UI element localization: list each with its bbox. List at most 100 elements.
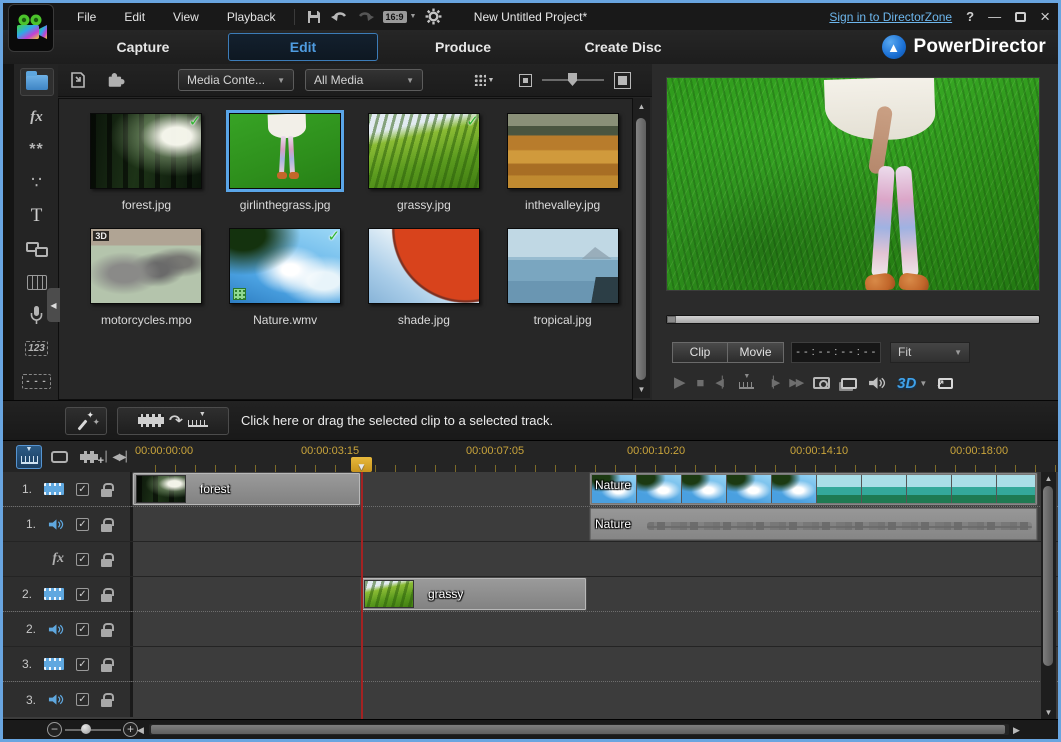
preview-seek-bar[interactable] (666, 315, 1040, 324)
undo-icon[interactable] (327, 7, 353, 27)
track-enable-checkbox[interactable]: ✓ (76, 518, 89, 531)
tab-create-disc[interactable]: Create Disc (548, 34, 698, 60)
clip-grassy[interactable]: grassy (361, 578, 586, 610)
timeline-horizontal-scrollbar[interactable] (149, 724, 1009, 735)
stop-button[interactable]: ■ (697, 375, 705, 391)
sidebar-item-transition-room[interactable] (20, 237, 54, 261)
scrollbar-thumb[interactable] (636, 118, 646, 380)
import-media-button[interactable] (64, 68, 94, 92)
timeline-view-button[interactable] (16, 445, 42, 469)
thumbnail-motorcycles[interactable]: 3D (90, 228, 202, 304)
track-lock-icon[interactable] (101, 629, 112, 637)
clip-forest[interactable]: forest (133, 473, 360, 505)
track-lock-icon[interactable] (101, 489, 112, 497)
track-manager-button[interactable] (76, 445, 102, 469)
range-select-button[interactable]: ▏◀▶▏ (106, 445, 132, 469)
thumbnail-shade[interactable] (368, 228, 480, 304)
magic-fix-button[interactable] (65, 407, 107, 435)
redo-icon[interactable] (353, 7, 379, 27)
snapshot-camera-button[interactable] (813, 377, 830, 389)
timeline-zoom-in-button[interactable]: + (123, 722, 138, 737)
menu-edit[interactable]: Edit (112, 6, 157, 28)
save-icon[interactable] (301, 7, 327, 27)
media-item-motorcycles[interactable]: 3D motorcycles.mpo (77, 228, 216, 327)
track-lock-icon[interactable] (101, 559, 112, 567)
close-button[interactable]: × (1040, 11, 1050, 23)
audio-track-1-body[interactable]: Nature (133, 507, 1041, 541)
audio-track-3-body[interactable] (133, 682, 1041, 717)
thumbnail-nature[interactable]: ✓ (229, 228, 341, 304)
sidebar-item-title-room[interactable]: T (20, 204, 54, 228)
slider-thumb[interactable] (568, 73, 577, 86)
audio-track-2-body[interactable] (133, 612, 1041, 646)
hscroll-right-icon[interactable]: ▶ (1013, 725, 1020, 736)
sidebar-item-chapter-room[interactable]: 123 (20, 336, 54, 360)
settings-gear-icon[interactable] (420, 7, 446, 27)
menu-playback[interactable]: Playback (215, 6, 288, 28)
menu-file[interactable]: File (65, 6, 108, 28)
video-track-3-body[interactable] (133, 647, 1041, 681)
menu-view[interactable]: View (161, 6, 211, 28)
timeline-vertical-scrollbar[interactable]: ▲ ▼ (1041, 472, 1056, 719)
plugin-puzzle-button[interactable] (100, 68, 130, 92)
thumbnail-girlinthegrass[interactable] (229, 113, 341, 189)
minimize-button[interactable]: — (988, 11, 1001, 23)
seek-to-marker-button[interactable] (739, 377, 754, 389)
signin-directorzone-link[interactable]: Sign in to DirectorZone (829, 10, 952, 24)
help-button[interactable]: ? (966, 9, 974, 24)
sidebar-item-particle-room[interactable]: ∵ (20, 171, 54, 195)
next-frame-button[interactable]: ▕▶ (765, 375, 778, 391)
video-track-2-body[interactable]: grassy (133, 577, 1041, 611)
timeline-zoom-slider-thumb[interactable] (81, 724, 91, 734)
media-item-shade[interactable]: shade.jpg (355, 228, 494, 327)
all-media-dropdown[interactable]: All Media ▼ (305, 69, 423, 91)
fit-dropdown[interactable]: Fit ▼ (890, 342, 970, 363)
scroll-down-icon[interactable]: ▼ (633, 385, 650, 394)
movie-mode-button[interactable]: Movie (728, 342, 784, 363)
storyboard-view-button[interactable] (46, 445, 72, 469)
seek-thumb[interactable] (667, 316, 676, 323)
effect-track-body[interactable] (133, 542, 1041, 576)
track-enable-checkbox[interactable]: ✓ (76, 553, 89, 566)
thumbnail-small-button[interactable] (519, 74, 532, 87)
scroll-down-icon[interactable]: ▼ (1041, 708, 1056, 717)
media-item-nature[interactable]: ✓ Nature.wmv (216, 228, 355, 327)
preview-quality-button[interactable] (841, 378, 857, 389)
timeline-ruler[interactable]: 00:00:00:00 00:00:03:15 00:00:07:05 00:0… (133, 441, 1058, 473)
track-enable-checkbox[interactable]: ✓ (76, 658, 89, 671)
clip-nature-video[interactable]: Nature (590, 473, 1037, 505)
play-button[interactable]: ▶ (674, 375, 686, 391)
library-collapse-handle[interactable]: ◀ (47, 288, 60, 322)
tab-edit[interactable]: Edit (228, 33, 378, 61)
timeline-zoom-out-button[interactable]: − (47, 722, 62, 737)
track-enable-checkbox[interactable]: ✓ (76, 588, 89, 601)
undock-preview-button[interactable] (938, 378, 953, 389)
track-lock-icon[interactable] (101, 594, 112, 602)
3d-mode-button[interactable]: 3D ▼ (897, 375, 927, 392)
clip-mode-button[interactable]: Clip (672, 342, 728, 363)
playhead-marker[interactable] (351, 457, 372, 472)
track-lock-icon[interactable] (101, 699, 112, 707)
track-enable-checkbox[interactable]: ✓ (76, 483, 89, 496)
sidebar-item-media-room[interactable] (20, 68, 54, 96)
clip-nature-audio[interactable]: Nature (590, 508, 1037, 540)
sidebar-item-subtitle-room[interactable]: - - - (20, 369, 54, 393)
scrollbar-thumb[interactable] (1043, 486, 1053, 666)
scroll-up-icon[interactable]: ▲ (1041, 474, 1056, 483)
thumbnail-large-button[interactable] (614, 72, 631, 89)
video-track-1-body[interactable]: forest Nature (133, 472, 1041, 506)
track-enable-checkbox[interactable]: ✓ (76, 623, 89, 636)
thumbnail-forest[interactable]: ✓ (90, 113, 202, 189)
thumbnail-grassy[interactable]: ✓ (368, 113, 480, 189)
timeline-zoom-slider-track[interactable] (65, 729, 121, 731)
track-lock-icon[interactable] (101, 664, 112, 672)
sidebar-item-pip-objects-room[interactable]: ** (20, 138, 54, 162)
playhead-line[interactable] (361, 472, 363, 719)
library-scrollbar[interactable]: ▲ ▼ (633, 98, 650, 398)
thumbnail-size-slider[interactable] (542, 72, 604, 88)
scrollbar-thumb[interactable] (151, 725, 1005, 734)
volume-speaker-button[interactable] (868, 376, 886, 390)
media-item-girlinthegrass[interactable]: girlinthegrass.jpg (216, 113, 355, 212)
media-item-grassy[interactable]: ✓ grassy.jpg (355, 113, 494, 212)
aspect-ratio-dropdown[interactable]: 16:9 ▼ (383, 11, 417, 23)
